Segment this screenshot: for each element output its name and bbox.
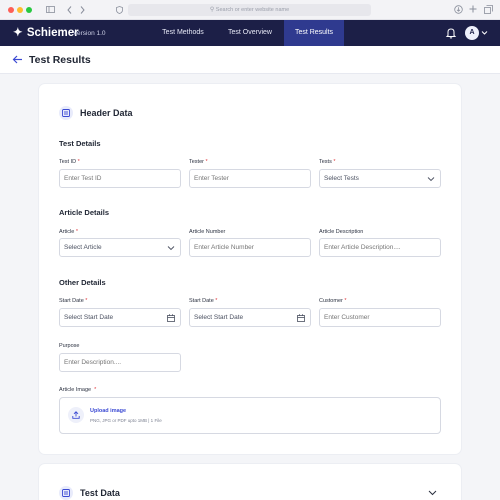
- page-header: Test Results: [0, 46, 500, 74]
- tests-label: Tests *: [319, 159, 336, 165]
- article-label: Article *: [59, 229, 78, 235]
- header-data-title: Header Data: [80, 108, 133, 118]
- chevron-down-icon: [167, 246, 175, 251]
- required-mark: *: [77, 159, 80, 165]
- brand-star-icon: ✦: [13, 27, 23, 39]
- app-navbar: ✦ Schiemer Version 1.0 Test Methods Test…: [0, 20, 500, 46]
- test-data-icon: [59, 486, 73, 500]
- article-number-label: Article Number: [189, 229, 226, 235]
- back-nav-icon[interactable]: [67, 6, 72, 14]
- article-description-label: Article Description: [319, 229, 364, 235]
- maximize-window-button[interactable]: [26, 7, 32, 13]
- start-date-value-2: Select Start Date: [194, 314, 244, 321]
- brand-name: Schiemer: [26, 27, 79, 39]
- notifications-bell-icon[interactable]: [445, 27, 457, 39]
- article-image-label: Article Image *: [59, 387, 97, 393]
- test-id-input[interactable]: [59, 169, 181, 188]
- calendar-icon: [167, 314, 175, 322]
- search-icon: ⚲: [209, 7, 215, 13]
- address-bar-placeholder: Search or enter website name: [215, 7, 290, 13]
- chevron-down-icon[interactable]: [428, 488, 437, 497]
- purpose-input[interactable]: [59, 353, 181, 372]
- download-icon[interactable]: [454, 5, 463, 14]
- back-arrow-icon[interactable]: [12, 54, 23, 65]
- customer-label: Customer *: [319, 298, 347, 304]
- upload-title[interactable]: Upload image: [90, 407, 126, 415]
- page-title: Test Results: [29, 54, 91, 66]
- article-select[interactable]: Select Article: [59, 238, 181, 257]
- test-id-label: Test ID *: [59, 159, 80, 165]
- required-mark: *: [215, 298, 218, 304]
- required-mark: *: [344, 298, 347, 304]
- address-bar[interactable]: ⚲ Search or enter website name: [128, 4, 371, 16]
- required-mark: *: [205, 159, 208, 165]
- user-avatar[interactable]: A: [465, 26, 479, 40]
- article-description-input[interactable]: [319, 238, 441, 257]
- tester-label: Tester *: [189, 159, 208, 165]
- header-data-icon: [59, 106, 73, 120]
- nav-tab-test-overview[interactable]: Test Overview: [218, 20, 282, 46]
- required-mark: *: [333, 159, 336, 165]
- forward-nav-icon[interactable]: [80, 6, 85, 14]
- upload-hint: PNG, JPG or PDF upto 1MB | 1 File: [90, 418, 162, 423]
- customer-input[interactable]: [319, 308, 441, 327]
- start-date-picker[interactable]: Select Start Date: [59, 308, 181, 327]
- section-test-details: Test Details: [59, 139, 101, 148]
- app-version: Version 1.0: [73, 30, 106, 37]
- browser-toolbar: ⚲ Search or enter website name: [0, 0, 500, 20]
- tests-select-value: Select Tests: [324, 175, 359, 182]
- start-date-label-2: Start Date *: [189, 298, 218, 304]
- brand-logo[interactable]: ✦ Schiemer: [13, 26, 79, 40]
- chevron-down-icon: [427, 177, 435, 182]
- article-number-input[interactable]: [189, 238, 311, 257]
- start-date-label: Start Date *: [59, 298, 88, 304]
- privacy-shield-icon: [116, 6, 123, 14]
- nav-tab-test-methods[interactable]: Test Methods: [148, 20, 218, 46]
- close-window-button[interactable]: [8, 7, 14, 13]
- required-mark: *: [94, 387, 97, 393]
- purpose-label: Purpose: [59, 343, 80, 349]
- chevron-down-icon[interactable]: [481, 29, 488, 36]
- nav-tab-test-results[interactable]: Test Results: [284, 20, 344, 46]
- new-tab-icon[interactable]: [469, 5, 477, 13]
- calendar-icon: [297, 314, 305, 322]
- section-article-details: Article Details: [59, 208, 110, 217]
- required-mark: *: [75, 229, 78, 235]
- image-upload-dropzone[interactable]: Upload image PNG, JPG or PDF upto 1MB | …: [59, 397, 441, 434]
- minimize-window-button[interactable]: [17, 7, 23, 13]
- start-date-value: Select Start Date: [64, 314, 114, 321]
- test-data-title: Test Data: [80, 488, 120, 498]
- tests-select[interactable]: Select Tests: [319, 169, 441, 188]
- start-date-picker-2[interactable]: Select Start Date: [189, 308, 311, 327]
- article-select-value: Select Article: [64, 244, 102, 251]
- upload-icon: [68, 407, 84, 423]
- sidebar-toggle-icon[interactable]: [46, 6, 55, 13]
- section-other-details: Other Details: [59, 278, 106, 287]
- tester-input[interactable]: [189, 169, 311, 188]
- tab-overview-icon[interactable]: [484, 5, 493, 14]
- required-mark: *: [85, 298, 88, 304]
